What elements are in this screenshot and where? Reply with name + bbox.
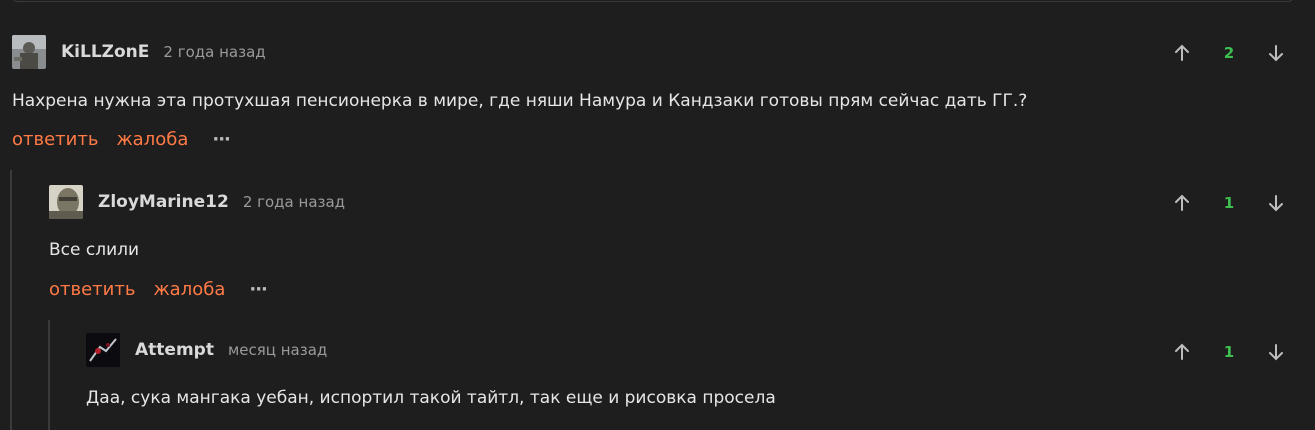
arrow-down-icon xyxy=(1269,344,1283,361)
comment-actions: ответить жалоба ··· xyxy=(49,279,268,300)
more-icon[interactable]: ··· xyxy=(249,279,267,300)
avatar[interactable] xyxy=(86,333,120,367)
upvote-button[interactable] xyxy=(1170,191,1194,215)
score: 1 xyxy=(1223,194,1235,212)
downvote-button[interactable] xyxy=(1264,340,1288,364)
downvote-button[interactable] xyxy=(1264,41,1288,65)
comment-text: Нахрена нужна эта протухшая пенсионерка … xyxy=(12,91,1028,111)
username[interactable]: Attempt xyxy=(135,340,214,360)
avatar[interactable] xyxy=(12,35,46,69)
username[interactable]: KiLLZonE xyxy=(61,42,149,62)
timestamp[interactable]: месяц назад xyxy=(228,341,327,359)
comment-header: ZloyMarine12 2 года назад xyxy=(49,185,345,219)
upvote-button[interactable] xyxy=(1170,41,1194,65)
score: 2 xyxy=(1223,44,1235,62)
username[interactable]: ZloyMarine12 xyxy=(98,192,229,212)
arrow-up-icon xyxy=(1175,44,1189,61)
comment-text: Даа, сука мангака уебан, испортил такой … xyxy=(86,388,776,408)
comment-actions: ответить жалоба ··· xyxy=(12,129,231,150)
thread-line xyxy=(10,170,12,430)
arrow-up-icon xyxy=(1175,343,1189,360)
downvote-button[interactable] xyxy=(1264,191,1288,215)
thread-line xyxy=(48,320,50,430)
reply-button[interactable]: ответить xyxy=(12,129,98,150)
vote-controls: 1 xyxy=(1170,340,1288,364)
input-box-edge xyxy=(12,0,1294,2)
comment-header: KiLLZonE 2 года назад xyxy=(12,35,266,69)
arrow-up-icon xyxy=(1175,194,1189,211)
arrow-down-icon xyxy=(1269,195,1283,212)
report-button[interactable]: жалоба xyxy=(116,129,188,150)
comment-text: Все слили xyxy=(49,240,140,260)
upvote-button[interactable] xyxy=(1170,340,1194,364)
more-icon[interactable]: ··· xyxy=(212,129,230,150)
score: 1 xyxy=(1223,343,1235,361)
timestamp[interactable]: 2 года назад xyxy=(163,43,265,61)
timestamp[interactable]: 2 года назад xyxy=(243,193,345,211)
arrow-down-icon xyxy=(1269,45,1283,62)
reply-button[interactable]: ответить xyxy=(49,279,135,300)
report-button[interactable]: жалоба xyxy=(153,279,225,300)
avatar[interactable] xyxy=(49,185,83,219)
vote-controls: 2 xyxy=(1170,41,1288,65)
vote-controls: 1 xyxy=(1170,191,1288,215)
comment-header: Attempt месяц назад xyxy=(86,333,327,367)
